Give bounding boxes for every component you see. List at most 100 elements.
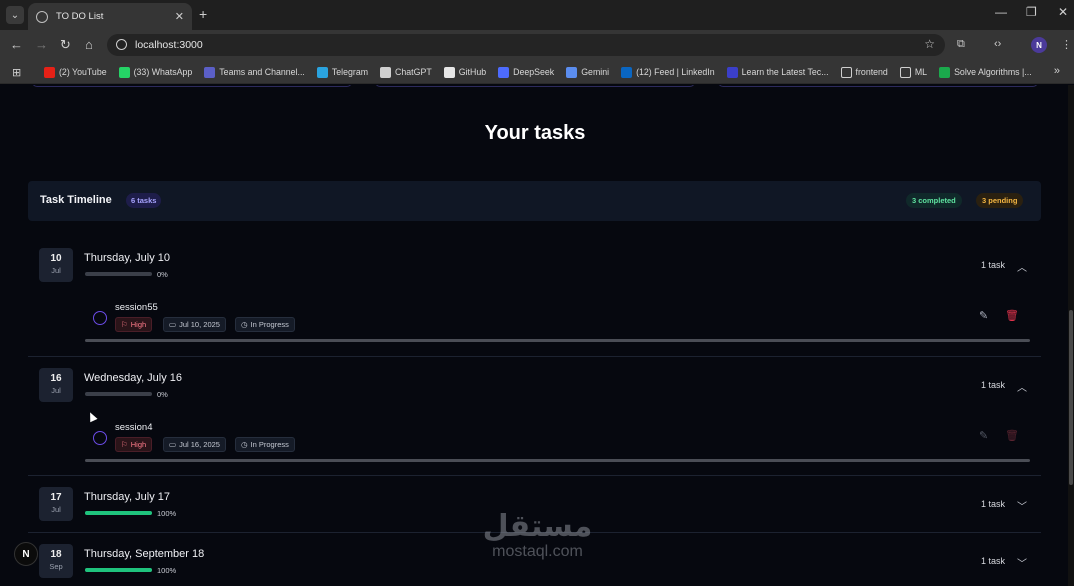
- tab-search-button[interactable]: ⌄: [6, 6, 24, 24]
- bookmark-item[interactable]: Telegram: [316, 66, 368, 78]
- group-title: Thursday, July 10: [84, 252, 171, 264]
- bookmark-label: DeepSeek: [513, 67, 555, 77]
- due-date-badge: ▭ Jul 16, 2025: [163, 437, 226, 452]
- reload-button[interactable]: ↻: [60, 37, 71, 53]
- group-title: Thursday, September 18: [84, 548, 205, 560]
- bookmark-item[interactable]: Teams and Channel...: [204, 66, 305, 78]
- app-page: Your tasks Task Timeline 6 tasks 3 compl…: [0, 85, 1074, 586]
- bookmark-star-icon[interactable]: ☆: [924, 37, 935, 51]
- devtools-icon[interactable]: ‹›: [994, 38, 1001, 50]
- profile-avatar[interactable]: N: [1031, 37, 1047, 53]
- bookmark-label: (33) WhatsApp: [133, 67, 193, 77]
- task-status-toggle[interactable]: [93, 311, 107, 325]
- close-tab-icon[interactable]: ✕: [175, 10, 184, 23]
- bookmark-item[interactable]: Learn the Latest Tec...: [726, 66, 829, 78]
- restore-window-button[interactable]: ❐: [1026, 5, 1037, 19]
- bookmark-item[interactable]: frontend: [840, 66, 888, 78]
- browser-toolbar: ← → ↻ ⌂ localhost:3000 ☆ ⧉ ‹› N ⋮: [0, 30, 1074, 60]
- stat-card: [375, 85, 695, 87]
- due-date-badge: ▭ Jul 10, 2025: [163, 317, 226, 332]
- date-group: 16 Jul Wednesday, July 16 0% 1 task ︿ se…: [28, 368, 1041, 478]
- date-day: 17: [50, 492, 62, 503]
- group-progress-fill: [85, 568, 152, 572]
- due-date-label: Jul 16, 2025: [179, 440, 220, 449]
- group-task-count: 1 task: [981, 380, 1006, 390]
- bookmark-label: frontend: [855, 67, 888, 77]
- edit-pencil-icon[interactable]: ✎: [979, 309, 988, 322]
- expand-chevron-icon[interactable]: ﹀: [1017, 555, 1027, 570]
- group-progress-text: 100%: [157, 509, 177, 518]
- date-month: Jul: [51, 386, 61, 395]
- task-name: session55: [115, 302, 158, 313]
- tab-title: TO DO List: [56, 11, 104, 22]
- expand-chevron-icon[interactable]: ﹀: [1017, 498, 1027, 513]
- apps-grid-icon[interactable]: ⊞: [12, 66, 21, 79]
- bookmark-item[interactable]: ML: [899, 66, 927, 78]
- edit-pencil-icon[interactable]: ✎: [979, 429, 988, 442]
- group-task-count: 1 task: [981, 556, 1006, 566]
- task-scrollbar[interactable]: [85, 339, 1030, 342]
- date-day: 18: [50, 549, 62, 560]
- url-text[interactable]: localhost:3000: [135, 39, 203, 51]
- forward-button[interactable]: →: [35, 37, 48, 52]
- status-badge: ◷ In Progress: [235, 437, 295, 452]
- delete-trash-icon[interactable]: 🗑: [1005, 309, 1019, 322]
- extensions-icon[interactable]: ⧉: [957, 38, 965, 51]
- group-progress-bar: [85, 392, 152, 396]
- bookmark-item[interactable]: (12) Feed | LinkedIn: [621, 66, 715, 78]
- close-window-button[interactable]: ✕: [1058, 5, 1068, 19]
- page-scrollbar[interactable]: [1068, 85, 1074, 586]
- bookmark-item[interactable]: DeepSeek: [498, 66, 555, 78]
- delete-trash-icon[interactable]: 🗑: [1005, 429, 1019, 442]
- bookmark-label: Solve Algorithms |...: [954, 67, 1032, 77]
- timeline-header: Task Timeline 6 tasks 3 completed 3 pend…: [28, 181, 1041, 221]
- date-box: 10 Jul: [39, 248, 73, 282]
- task-scrollbar[interactable]: [85, 459, 1030, 462]
- back-button[interactable]: ←: [10, 37, 23, 52]
- group-progress-bar: [85, 511, 152, 515]
- collapse-chevron-icon[interactable]: ︿: [1017, 379, 1027, 394]
- collapse-chevron-icon[interactable]: ︿: [1017, 259, 1027, 274]
- bookmark-item[interactable]: Solve Algorithms |...: [939, 66, 1032, 78]
- flag-icon: ⚐: [121, 320, 128, 329]
- group-task-count: 1 task: [981, 260, 1006, 270]
- group-title: Thursday, July 17: [84, 491, 171, 503]
- bookmark-item[interactable]: (2) YouTube: [44, 66, 107, 78]
- priority-label: High: [130, 440, 147, 449]
- address-bar[interactable]: localhost:3000 ☆: [107, 34, 945, 56]
- group-progress-fill: [85, 511, 152, 515]
- stat-card: [718, 85, 1038, 87]
- bookmark-item[interactable]: (33) WhatsApp: [118, 66, 193, 78]
- browser-menu-icon[interactable]: ⋮: [1061, 38, 1072, 51]
- date-day: 10: [50, 253, 62, 264]
- scrollbar-thumb[interactable]: [1069, 310, 1073, 485]
- new-tab-button[interactable]: +: [199, 6, 207, 22]
- task-count-badge: 6 tasks: [126, 193, 162, 208]
- github-icon: [443, 66, 455, 78]
- date-box: 17 Jul: [39, 487, 73, 521]
- nextjs-dev-badge[interactable]: N: [14, 542, 38, 566]
- site-info-icon[interactable]: [116, 39, 127, 50]
- group-progress-bar: [85, 568, 152, 572]
- date-day: 16: [50, 373, 62, 384]
- bookmark-item[interactable]: ChatGPT: [380, 66, 432, 78]
- home-button[interactable]: ⌂: [85, 37, 93, 52]
- priority-badge: ⚐ High: [115, 317, 153, 332]
- bookmark-item[interactable]: Gemini: [566, 66, 609, 78]
- pending-badge: 3 pending: [976, 193, 1024, 208]
- clock-icon: ◷: [241, 320, 248, 329]
- date-box: 18 Sep: [39, 544, 73, 578]
- minimize-window-button[interactable]: —: [995, 5, 1007, 19]
- date-month: Jul: [51, 266, 61, 275]
- more-bookmarks-icon[interactable]: »: [1054, 65, 1060, 77]
- browser-tab-bar: ⌄ TO DO List ✕ + — ❐ ✕: [0, 0, 1074, 30]
- flag-icon: ⚐: [121, 440, 128, 449]
- bookmark-list: (2) YouTube (33) WhatsApp Teams and Channe…: [44, 60, 1032, 84]
- task-status-toggle[interactable]: [93, 431, 107, 445]
- bookmark-label: (12) Feed | LinkedIn: [636, 67, 715, 77]
- bookmark-item[interactable]: GitHub: [443, 66, 486, 78]
- group-progress-text: 100%: [157, 566, 177, 575]
- browser-tab[interactable]: TO DO List ✕: [28, 3, 192, 30]
- whatsapp-icon: [118, 66, 130, 78]
- bookmark-label: Teams and Channel...: [219, 67, 305, 77]
